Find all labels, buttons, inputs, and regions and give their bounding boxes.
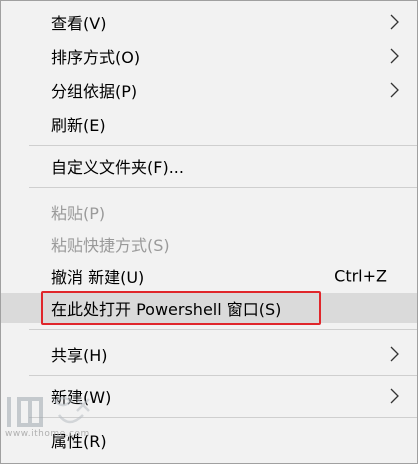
menu-item-label: 粘贴(P)	[51, 204, 106, 223]
chevron-right-icon	[390, 346, 399, 362]
chevron-right-icon	[390, 14, 399, 30]
menu-separator	[29, 329, 417, 330]
chevron-right-icon	[390, 48, 399, 64]
watermark-text: www.ithome.com	[5, 429, 90, 439]
chevron-right-icon	[390, 388, 399, 404]
menu-item-view[interactable]: 查看(V)	[1, 7, 417, 37]
menu-item-customize-folder[interactable]: 自定义文件夹(F)...	[1, 151, 417, 181]
menu-item-refresh[interactable]: 刷新(E)	[1, 109, 417, 139]
menu-separator	[29, 375, 417, 376]
menu-item-label: 刷新(E)	[51, 116, 106, 135]
menu-item-undo-new[interactable]: 撤消 新建(U) Ctrl+Z	[1, 261, 417, 291]
menu-item-label: 分组依据(P)	[51, 82, 138, 101]
menu-item-share[interactable]: 共享(H)	[1, 339, 417, 369]
menu-item-label: 查看(V)	[51, 14, 107, 33]
menu-item-paste: 粘贴(P)	[1, 197, 417, 227]
shortcut-hint: Ctrl+Z	[334, 266, 387, 286]
menu-item-group-by[interactable]: 分组依据(P)	[1, 75, 417, 105]
menu-item-sort-by[interactable]: 排序方式(O)	[1, 41, 417, 71]
annotation-highlight-box	[41, 291, 321, 325]
menu-item-paste-shortcut: 粘贴快捷方式(S)	[1, 229, 417, 259]
context-menu: 查看(V) 排序方式(O) 分组依据(P) 刷新(E) 自定义文件夹(F)...…	[0, 0, 418, 464]
menu-item-label: 排序方式(O)	[51, 48, 141, 67]
menu-item-label: 撤消 新建(U)	[51, 268, 145, 287]
menu-item-label: 粘贴快捷方式(S)	[51, 236, 170, 255]
menu-separator	[29, 145, 417, 146]
menu-separator	[29, 187, 417, 188]
menu-item-label: 自定义文件夹(F)...	[51, 158, 184, 177]
menu-item-label: 共享(H)	[51, 346, 108, 365]
chevron-right-icon	[390, 82, 399, 98]
